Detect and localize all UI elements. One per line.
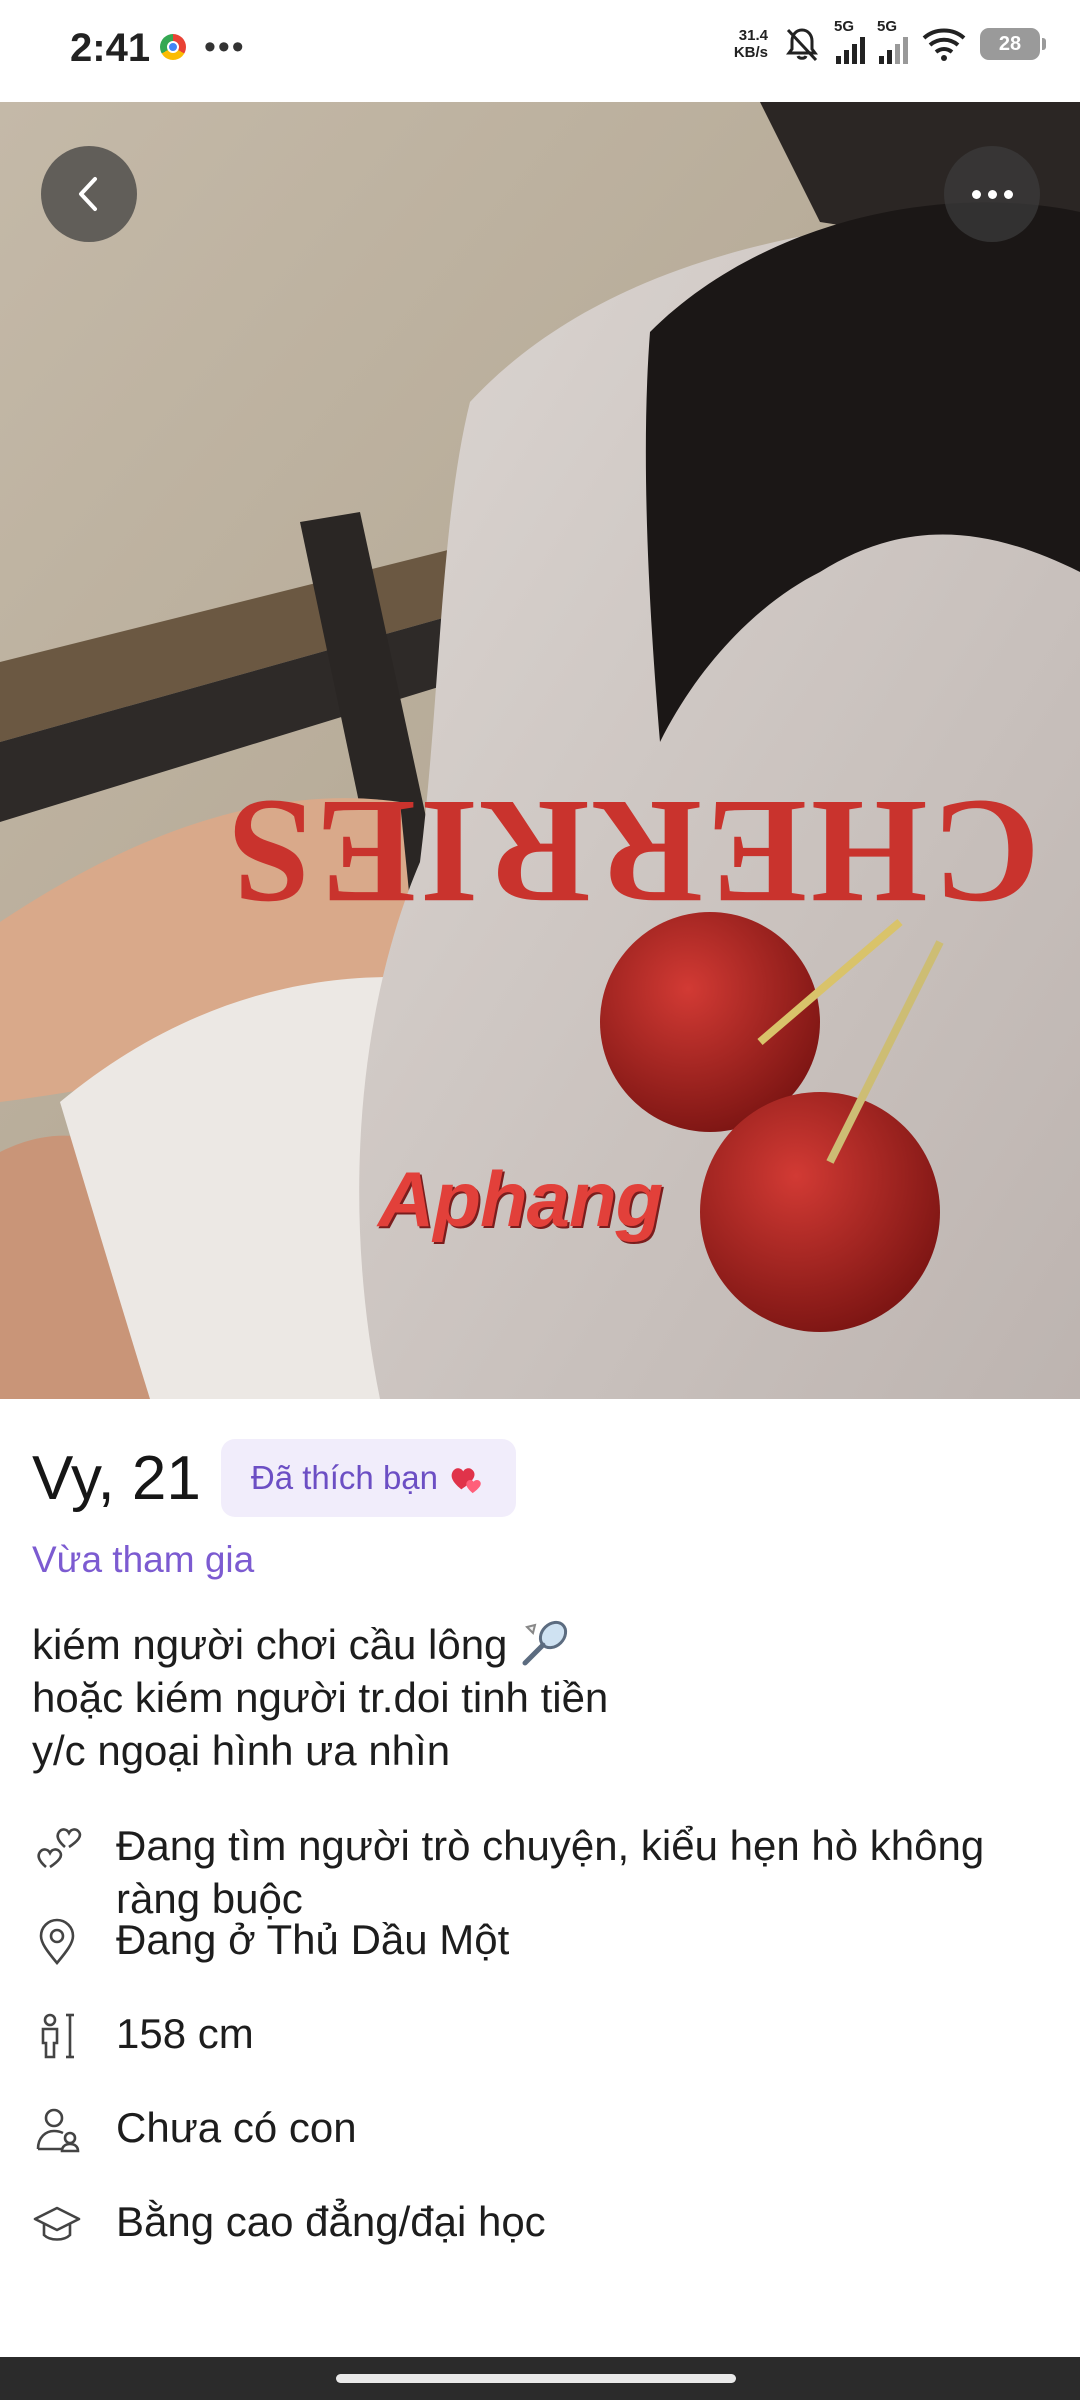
hearts-icon [37, 1828, 82, 1869]
battery-icon: 28 [980, 28, 1046, 60]
profile-name-age: Vy, 21 [32, 1443, 201, 1513]
watermark-text: Aphang [378, 1155, 663, 1243]
watermark: Aphang [378, 1154, 663, 1245]
signal-2-label: 5G [877, 18, 898, 35]
location-pin-icon [39, 1918, 75, 1966]
signal-icon-1: 5G [834, 18, 865, 64]
status-time: 2:41 [70, 26, 151, 70]
children-text: Chưa có con [116, 2104, 357, 2151]
bio-text: kiém người chơi cầu lông hoặc kiém người… [32, 1617, 608, 1777]
children-icon [36, 2108, 80, 2153]
status-notification-icons: ••• [160, 28, 246, 66]
liked-you-badge: Đã thích bạn [220, 1439, 516, 1517]
status-indicators: 31.4 KB/s 5G 5G 28 [734, 18, 1046, 64]
height-text: 158 cm [116, 2010, 254, 2057]
name-row: Vy, 21 Đã thích bạn [32, 1439, 516, 1517]
shirt-print-text: CHERRIES [224, 769, 1040, 935]
detail-location: Đang ở Thủ Dầu Một [32, 1913, 509, 1967]
bio-line-1: kiém người chơi cầu lông [32, 1620, 508, 1668]
more-horizontal-icon [971, 189, 1013, 199]
chevron-left-icon [79, 177, 97, 211]
detail-looking-for: Đang tìm người trò chuyện, kiểu hẹn hò k… [32, 1819, 984, 1922]
liked-you-label: Đã thích bạn [250, 1459, 438, 1496]
wifi-icon [922, 28, 966, 61]
more-notifications-icon: ••• [204, 28, 246, 66]
signal-1-label: 5G [834, 18, 855, 35]
bio-line: kiém người chơi cầu lông [32, 1617, 608, 1671]
location-text: Đang ở Thủ Dầu Một [116, 1916, 510, 1963]
mute-bell-icon [786, 28, 818, 62]
bio-line-2: hoặc kiém người tr.doi tinh tiền [32, 1674, 609, 1721]
detail-height: 158 cm [32, 2007, 254, 2061]
system-navigation-bar [0, 2357, 1080, 2400]
status-bar: 2:41 ••• 31.4 KB/s 5G 5G 28 [0, 0, 1080, 102]
network-speed-unit: KB/s [733, 44, 768, 61]
looking-for-text: Đang tìm người trò chuyện, kiểu hẹn hò k… [116, 1822, 985, 1922]
profile-photo[interactable]: CHERRIES Aphang [0, 102, 1080, 1399]
network-speed: 31.4 KB/s [734, 27, 768, 61]
detail-education: Bằng cao đẳng/đại học [32, 2195, 546, 2249]
bio-line: hoặc kiém người tr.doi tinh tiền [32, 1671, 608, 1724]
education-text: Bằng cao đẳng/đại học [116, 2198, 546, 2245]
network-speed-value: 31.4 [738, 27, 768, 44]
bio-line-3: y/c ngoại hình ưa nhìn [32, 1727, 451, 1774]
more-options-button[interactable] [944, 146, 1040, 242]
bio-line: y/c ngoại hình ưa nhìn [32, 1724, 608, 1777]
detail-children: Chưa có con [32, 2101, 357, 2155]
two-hearts-icon [451, 1468, 481, 1494]
height-icon [41, 2013, 74, 2059]
chrome-icon [160, 34, 186, 60]
back-button[interactable] [41, 146, 137, 242]
badminton-icon [522, 1620, 568, 1666]
joined-status: Vừa tham gia [32, 1539, 255, 1580]
signal-icon-2: 5G [877, 18, 908, 64]
graduation-cap-icon [33, 2206, 81, 2241]
home-gesture-handle[interactable] [336, 2374, 736, 2383]
